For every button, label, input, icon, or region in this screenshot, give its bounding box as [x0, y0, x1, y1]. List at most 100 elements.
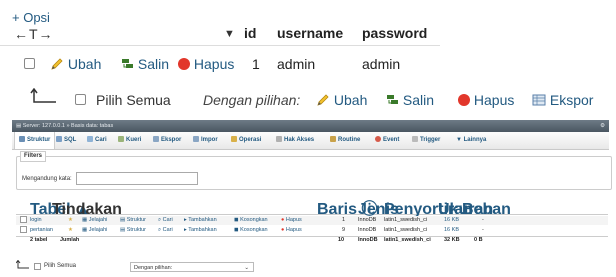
tab-bar: Struktur SQL Cari Kueri Ekspor Impor Ope…: [12, 132, 609, 150]
breadcrumb-bar: ▤ Server: 127.0.0.1 » Basis data: tabas …: [12, 120, 609, 132]
collation: latin1_swedish_ci: [384, 217, 428, 223]
delete-icon: [458, 94, 470, 106]
settings-gear-icon[interactable]: ⚙: [600, 120, 605, 132]
row-checkbox[interactable]: [20, 226, 27, 236]
pencil-icon: [51, 58, 63, 70]
routine-icon: [330, 136, 336, 142]
users-icon: [276, 136, 282, 142]
database-structure-panel: ▤ Server: 127.0.0.1 » Basis data: tabas …: [12, 120, 612, 277]
tab-search[interactable]: Cari: [87, 132, 107, 149]
edit-button[interactable]: Ubah: [50, 56, 101, 72]
empty-link[interactable]: ◼ Kosongkan: [234, 226, 268, 235]
delete-icon: [178, 58, 190, 70]
server-icon: ▤: [16, 123, 22, 129]
wrench-icon: [231, 136, 237, 142]
tab-sql[interactable]: SQL: [56, 132, 76, 149]
table-count: 2 tabel: [30, 237, 48, 243]
copy-icon: [122, 59, 133, 68]
delete-button[interactable]: Hapus: [178, 56, 234, 72]
column-header-username[interactable]: username: [277, 25, 343, 41]
browse-link[interactable]: ▦ Jelajahi: [82, 216, 107, 225]
sql-icon: [56, 136, 62, 142]
sort-dropdown-icon[interactable]: ▼: [224, 28, 235, 40]
browse-link[interactable]: ▦ Jelajahi: [82, 226, 107, 235]
tab-more[interactable]: ▼ Lainnya: [456, 132, 486, 149]
structure-link[interactable]: ▤ Struktur: [120, 216, 146, 225]
sum-overhead: 0 B: [474, 237, 483, 243]
copy-icon: [387, 95, 398, 104]
tab-events[interactable]: Event: [375, 132, 399, 149]
check-all-arrow-icon: [15, 259, 30, 272]
search-link[interactable]: ⌕ Cari: [158, 216, 173, 225]
tab-import[interactable]: Impor: [193, 132, 218, 149]
column-header-id[interactable]: id: [244, 25, 256, 41]
size[interactable]: 16 KB: [444, 216, 459, 225]
bulk-delete-label: Hapus: [473, 92, 515, 108]
bulk-edit-button[interactable]: Ubah: [316, 92, 367, 108]
tab-routines[interactable]: Routine: [330, 132, 360, 149]
trigger-icon: [412, 136, 418, 142]
pencil-icon: [317, 94, 329, 106]
table-name[interactable]: login: [30, 216, 42, 225]
favorite-star-icon[interactable]: ★: [68, 216, 73, 225]
collation: latin1_swedish_ci: [384, 227, 428, 233]
filters-legend: Filters: [20, 151, 47, 162]
cell-username[interactable]: admin: [277, 56, 315, 72]
sum-collation: latin1_swedish_ci: [384, 237, 431, 243]
chevron-down-icon: ▼: [456, 137, 464, 143]
sum-rows: 10: [338, 237, 345, 243]
favorite-star-icon[interactable]: ★: [68, 226, 73, 235]
engine: InnoDB: [358, 227, 377, 233]
engine: InnoDB: [358, 217, 377, 223]
tab-export[interactable]: Ekspor: [153, 132, 181, 149]
cell-password[interactable]: admin: [362, 56, 400, 72]
tab-operations[interactable]: Operasi: [231, 132, 261, 149]
row-count: 9: [342, 227, 346, 233]
overhead: -: [482, 217, 484, 223]
table-name[interactable]: pertanian: [30, 226, 53, 235]
export-icon: [153, 136, 159, 142]
with-selected-label: Dengan pilihan:: [203, 92, 301, 108]
insert-link[interactable]: ▸ Tambahkan: [184, 216, 217, 225]
header-overhead[interactable]: Beban: [462, 202, 511, 218]
delete-label: Hapus: [193, 56, 235, 72]
chevron-down-icon: ⌄: [244, 265, 249, 271]
structure-link[interactable]: ▤ Struktur: [120, 226, 146, 235]
structure-icon: [19, 136, 25, 142]
copy-button[interactable]: Salin: [121, 56, 169, 72]
bulk-export-label: Ekspor: [549, 92, 594, 108]
size[interactable]: 16 KB: [444, 226, 459, 235]
breadcrumb[interactable]: Server: 127.0.0.1 » Basis data: tabas: [23, 123, 114, 129]
row-checkbox[interactable]: [24, 56, 35, 72]
query-icon: [118, 136, 124, 142]
check-all-label[interactable]: Pilih Semua: [96, 92, 171, 108]
export-icon: [532, 94, 546, 106]
search-link[interactable]: ⌕ Cari: [158, 226, 173, 235]
tab-privileges[interactable]: Hak Akses: [276, 132, 314, 149]
tab-query[interactable]: Kueri: [118, 132, 141, 149]
bulk-export-button[interactable]: Ekspor: [532, 92, 593, 108]
insert-link[interactable]: ▸ Tambahkan: [184, 226, 217, 235]
tab-structure[interactable]: Struktur: [14, 132, 56, 149]
with-selected-value: Dengan pilihan:: [134, 265, 173, 271]
check-all-label[interactable]: Pilih Semua: [44, 263, 76, 269]
bulk-delete-button[interactable]: Hapus: [458, 92, 514, 108]
filter-input[interactable]: [76, 172, 198, 185]
options-link[interactable]: + Opsi: [12, 10, 50, 25]
empty-link[interactable]: ◼ Kosongkan: [234, 216, 268, 225]
bulk-copy-button[interactable]: Salin: [386, 92, 434, 108]
tab-triggers[interactable]: Trigger: [412, 132, 440, 149]
summary-row: [16, 236, 608, 246]
column-header-password[interactable]: password: [362, 25, 427, 41]
check-all-arrow-icon: [30, 87, 58, 107]
check-all-checkbox[interactable]: [34, 263, 41, 271]
check-all-checkbox[interactable]: [75, 92, 86, 108]
with-selected-select[interactable]: Dengan pilihan: ⌄: [130, 262, 254, 272]
edit-label: Ubah: [67, 56, 102, 72]
drop-link[interactable]: ● Hapus: [281, 226, 302, 235]
drop-link[interactable]: ● Hapus: [281, 216, 302, 225]
clock-icon: [375, 136, 381, 142]
row-checkbox[interactable]: [20, 216, 27, 226]
column-arrows[interactable]: ←T→: [14, 26, 54, 42]
cell-id: 1: [252, 56, 260, 72]
